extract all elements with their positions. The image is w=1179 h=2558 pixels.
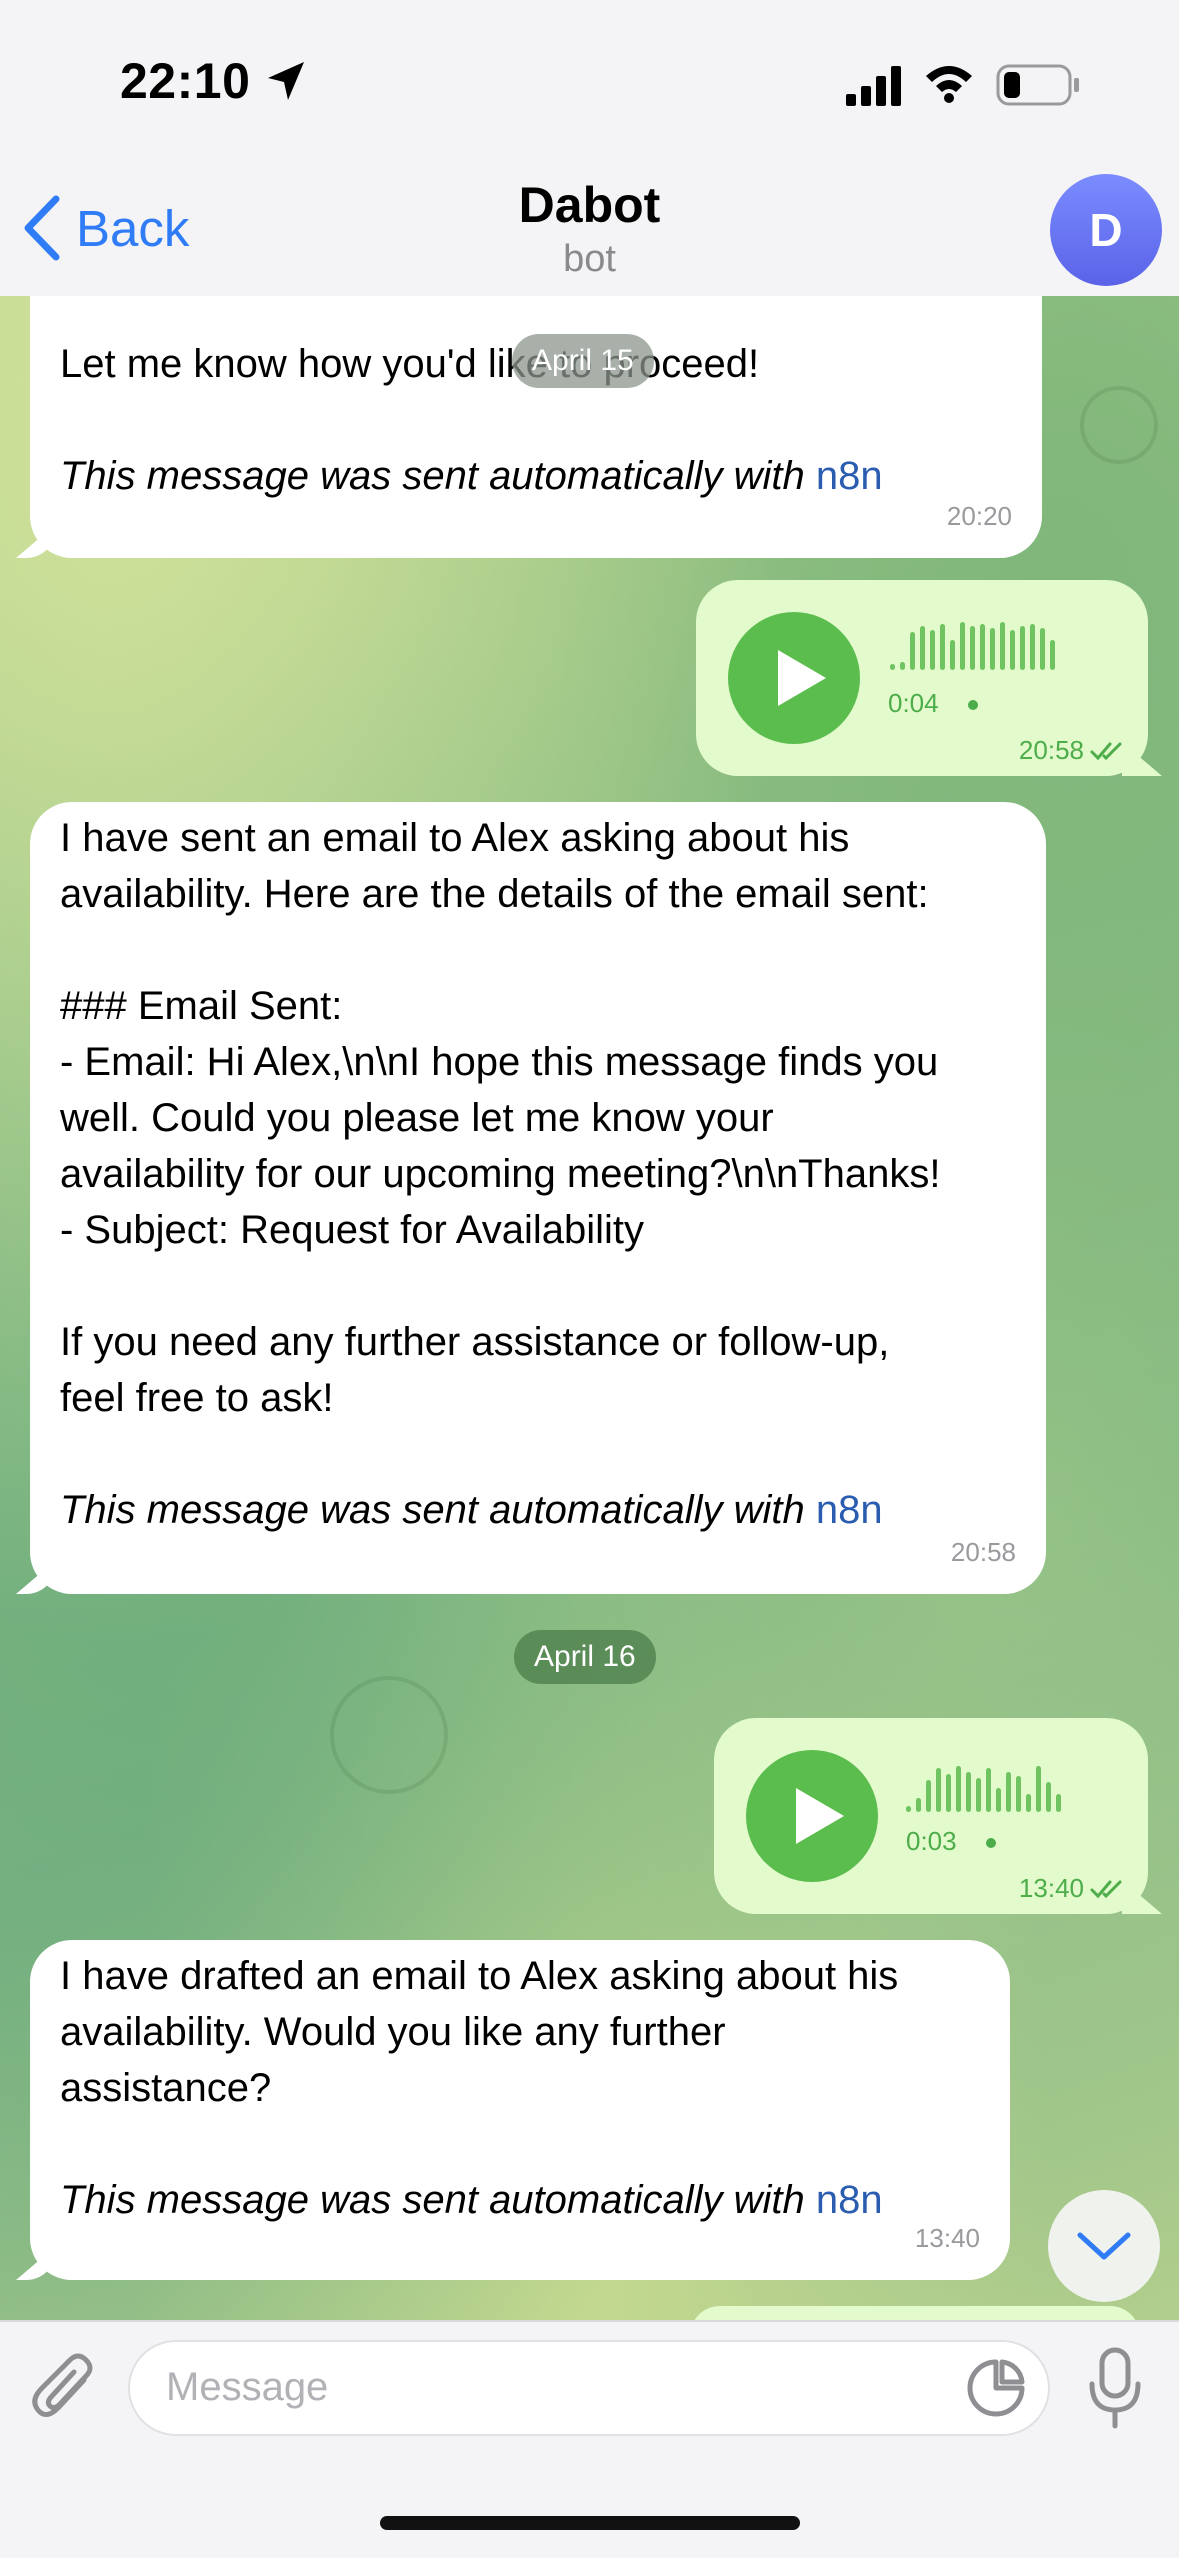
message-text: I have sent an email to Alex asking abou… (60, 816, 941, 1420)
paperclip-icon[interactable] (30, 2350, 100, 2426)
waveform (906, 1760, 1061, 1812)
chevron-down-icon (1077, 2232, 1131, 2260)
message-time: 20:58 (1019, 735, 1126, 766)
message-text: I have drafted an email to Alex asking a… (60, 1954, 899, 2110)
chat-area[interactable]: Let me know how you'd like to proceed! T… (0, 296, 1179, 2320)
message-time-text: 20:58 (1018, 735, 1084, 765)
message-input-field[interactable] (164, 2364, 968, 2411)
play-icon[interactable] (746, 1750, 878, 1882)
voice-message-bubble[interactable] (690, 2306, 1140, 2320)
date-separator: April 15 (512, 334, 654, 388)
date-separator: April 16 (514, 1630, 656, 1684)
message-time-text: 13:40 (1018, 1873, 1084, 1903)
message-bubble-incoming[interactable]: I have drafted an email to Alex asking a… (30, 1940, 1010, 2280)
message-input[interactable] (128, 2340, 1050, 2436)
background-doodle (330, 1676, 448, 1794)
n8n-link[interactable]: n8n (816, 454, 883, 498)
sticker-icon[interactable] (966, 2358, 1026, 2418)
n8n-link[interactable]: n8n (816, 1488, 883, 1532)
scroll-down-button[interactable] (1048, 2190, 1160, 2302)
avatar[interactable]: D (1050, 174, 1162, 286)
home-indicator[interactable] (380, 2516, 800, 2530)
signal-icon (846, 66, 901, 106)
microphone-icon[interactable] (1086, 2346, 1144, 2430)
background-doodle (1080, 386, 1158, 464)
voice-duration: 0:03 (906, 1826, 957, 1856)
voice-message-bubble[interactable]: 0:03 13:40 (714, 1718, 1148, 1914)
play-icon[interactable] (728, 612, 860, 744)
status-time: 22:10 (120, 53, 251, 109)
message-footer: This message was sent automatically with… (60, 448, 1002, 504)
chat-title[interactable]: Dabot (0, 176, 1179, 234)
voice-message-bubble[interactable]: 0:04 20:58 (696, 580, 1148, 776)
message-time: 13:40 (1019, 1873, 1126, 1904)
battery-icon (996, 64, 1079, 106)
double-check-icon (1090, 1880, 1122, 1898)
message-time: 20:58 (950, 1537, 1016, 1567)
message-bubble-incoming[interactable]: I have sent an email to Alex asking abou… (30, 802, 1046, 1594)
voice-duration: 0:04 (888, 688, 939, 718)
footer-text: This message was sent automatically with (60, 1488, 816, 1532)
footer-text: This message was sent automatically with (60, 454, 816, 498)
message-footer: This message was sent automatically with… (60, 2172, 990, 2228)
n8n-link[interactable]: n8n (816, 2178, 883, 2222)
message-time: 20:20 (946, 501, 1012, 531)
unplayed-dot (968, 700, 978, 710)
chat-subtitle: bot (563, 238, 616, 280)
location-arrow-icon (268, 62, 304, 100)
message-time: 13:40 (914, 2223, 980, 2253)
double-check-icon (1090, 742, 1122, 760)
wifi-icon (926, 66, 972, 103)
waveform (890, 618, 1055, 670)
unplayed-dot (986, 1838, 996, 1848)
footer-text: This message was sent automatically with (60, 2178, 816, 2222)
message-footer: This message was sent automatically with… (60, 1482, 1026, 1538)
